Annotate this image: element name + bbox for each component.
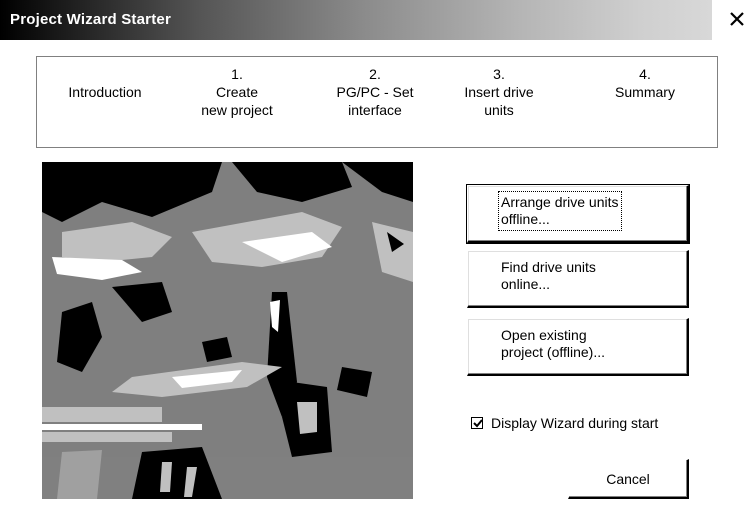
step-number: 3. (493, 66, 505, 82)
step-number: 2. (369, 66, 381, 82)
step-label: Introduction (68, 84, 142, 100)
project-wizard-dialog: Project Wizard Starter Introduction 1. C… (0, 0, 750, 507)
wizard-illustration-graphic (42, 162, 413, 499)
step-create-project: 1. Create new project (167, 65, 307, 119)
button-label: Find drive units online... (501, 259, 596, 292)
step-label: Summary (615, 84, 675, 100)
open-existing-project-button[interactable]: Open existing project (offline)... (467, 318, 689, 376)
button-label: Open existing project (offline)... (501, 327, 606, 360)
window-title: Project Wizard Starter (10, 11, 171, 28)
step-number: 4. (639, 66, 651, 82)
display-wizard-option: Display Wizard during start (471, 414, 658, 432)
close-icon (730, 12, 744, 26)
step-number: 1. (231, 66, 243, 82)
button-label: Arrange drive units offline... (498, 191, 622, 231)
arrange-drive-units-offline-button[interactable]: Arrange drive units offline... (466, 184, 690, 244)
checkmark-icon (473, 419, 483, 428)
step-label: Create new project (201, 84, 273, 118)
step-label: PG/PC - Set interface (336, 84, 414, 118)
wizard-steps-panel: Introduction 1. Create new project 2. PG… (36, 56, 718, 148)
display-wizard-label: Display Wizard during start (491, 415, 659, 431)
title-bar: Project Wizard Starter (0, 0, 712, 40)
find-drive-units-online-button[interactable]: Find drive units online... (467, 250, 689, 308)
close-button[interactable] (728, 10, 746, 28)
step-set-interface: 2. PG/PC - Set interface (305, 65, 445, 119)
step-insert-drive-units: 3. Insert drive units (435, 65, 563, 119)
step-introduction: Introduction (45, 83, 165, 101)
step-label: Insert drive units (464, 84, 534, 118)
wizard-illustration (42, 162, 413, 499)
step-summary: 4. Summary (585, 65, 705, 101)
display-wizard-checkbox[interactable] (471, 417, 483, 429)
cancel-button[interactable]: Cancel (568, 459, 689, 499)
